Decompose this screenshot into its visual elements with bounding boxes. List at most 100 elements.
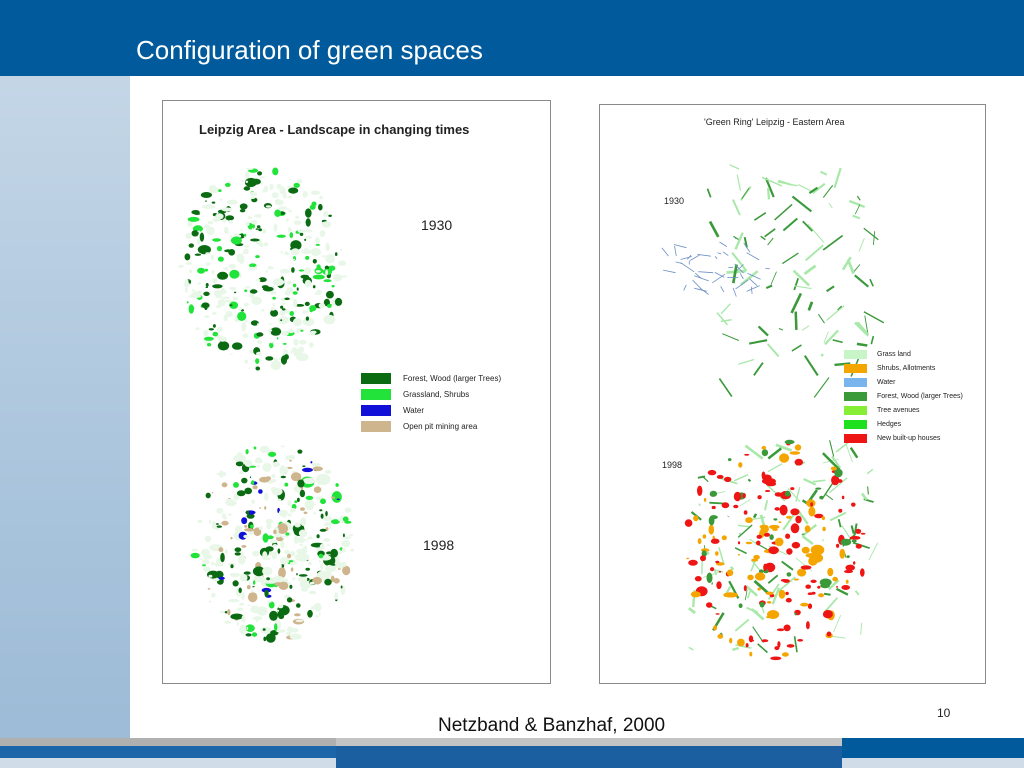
right-legend-water-label: Water <box>877 379 896 386</box>
right-map-1998-patch <box>715 560 720 564</box>
left-map-1998-patch <box>264 506 267 510</box>
left-map-1998-patch <box>285 631 292 636</box>
left-map-1998-patch <box>225 548 228 555</box>
right-map-1998-patch <box>851 502 856 507</box>
left-map-1930-patch <box>203 291 210 296</box>
right-map-1998-patch <box>841 495 845 500</box>
left-map-1930-patch <box>233 291 237 294</box>
right-map-1998-corridor <box>866 468 874 475</box>
left-legend-forest-label: Forest, Wood (larger Trees) <box>403 374 502 383</box>
left-map-1998-patch <box>258 526 263 531</box>
left-map-1930-patch <box>212 217 221 223</box>
left-map-1930-patch <box>310 190 321 196</box>
left-map-1998-patch <box>209 519 212 524</box>
right-map-1930-corridor <box>803 355 819 376</box>
left-map-1930-patch <box>289 178 291 181</box>
right-map-1998-patch <box>793 578 799 581</box>
left-map-1930-patch <box>200 192 213 198</box>
left-map-1930-patch <box>251 296 262 305</box>
right-map-1998-patch <box>715 613 720 615</box>
right-map-1930-corridor <box>753 362 764 376</box>
right-map-1998-patch <box>839 548 846 559</box>
left-map-1930-patch <box>197 230 201 232</box>
right-map-1998-corridor <box>860 622 863 635</box>
left-map-1930-patch <box>250 238 260 242</box>
right-map-1930-corridor <box>734 232 744 250</box>
left-map-1998-patch <box>260 626 272 634</box>
right-map-1998-corridor <box>793 636 798 653</box>
left-map-1930-patch <box>226 181 231 184</box>
left-map-1998-patch <box>334 592 339 600</box>
left-map-1998-patch <box>230 573 238 576</box>
left-map-1930-patch <box>276 337 279 340</box>
left-map-1998-patch <box>252 586 255 588</box>
right-map-1998-patch <box>697 538 702 545</box>
left-map-1930-patch <box>277 316 289 325</box>
right-map-1998-patch <box>769 534 774 540</box>
left-map-1998-patch <box>257 464 260 468</box>
right-map-1998-patch <box>747 574 754 581</box>
left-map-1930-patch <box>217 271 229 280</box>
right-map-1930-corridor <box>770 271 777 285</box>
left-map-1930-patch <box>304 301 310 306</box>
right-map-1998-patch <box>838 508 843 513</box>
left-map-1930-patch <box>271 192 279 199</box>
left-map-1998-patch <box>243 534 249 539</box>
right-map-1998-patch <box>709 490 718 497</box>
right-map-1998-patch <box>845 564 855 571</box>
left-map-1930-patch <box>323 210 329 218</box>
right-map-1998-patch <box>743 585 747 592</box>
left-map-1998-patch <box>279 465 287 476</box>
left-map-1998-patch <box>222 516 228 520</box>
left-map-1930-patch <box>244 245 250 248</box>
left-map-1998-patch <box>300 586 308 592</box>
right-map-1998-corridor <box>860 492 868 501</box>
left-map-1998-patch <box>292 577 296 580</box>
right-map-1930-corridor <box>794 285 812 290</box>
left-map-1930-patch <box>323 314 336 325</box>
left-map-1930-patch <box>217 336 228 342</box>
left-map-1930-patch <box>304 267 312 274</box>
right-map-1998-patch <box>797 568 807 577</box>
right-map-1998-corridor <box>738 532 742 535</box>
left-map-1930-patch <box>210 254 215 261</box>
right-map-1930-corridor <box>824 329 839 346</box>
left-map-1998-patch <box>252 616 263 621</box>
left-map-1930-patch <box>270 327 282 336</box>
right-map-1998-patch <box>737 638 745 647</box>
right-map-1998-patch <box>761 639 769 643</box>
right-map-1998-patch <box>721 502 730 509</box>
left-map-1930-patch <box>208 184 217 194</box>
left-map-1998-patch <box>297 537 306 544</box>
left-map-1998-patch <box>237 622 240 627</box>
right-map-1998-patch <box>713 625 718 631</box>
left-map-1930-patch <box>270 306 276 311</box>
left-map-1930-patch <box>281 308 286 311</box>
right-map-1998-patch <box>855 543 862 549</box>
left-map-1930-patch <box>208 328 214 331</box>
left-map-1930-patch <box>333 274 343 282</box>
left-map-1998-patch <box>280 540 285 549</box>
right-map-1998-corridor <box>767 463 783 473</box>
right-map-1930-corridor <box>826 305 845 321</box>
left-map-1930-patch <box>230 235 232 238</box>
right-map-1998-corridor <box>829 440 835 457</box>
left-map-1998-patch <box>236 607 244 611</box>
left-map-1998-patch <box>218 470 224 478</box>
left-map-1998-patch <box>228 498 231 499</box>
left-map-1998-patch <box>244 525 248 528</box>
left-map-1998-patch <box>262 462 272 472</box>
left-map-1930-patch <box>265 356 274 361</box>
left-map-1998-patch <box>270 486 277 493</box>
left-map-1930-patch <box>245 221 250 226</box>
right-map-1930-corridor <box>718 378 733 397</box>
left-map-1930-patch <box>257 171 263 176</box>
left-map-1998-patch <box>302 465 306 468</box>
left-map-1930-patch <box>203 329 209 337</box>
left-map-1998-patch <box>297 497 300 502</box>
left-map-1930-patch <box>284 290 291 296</box>
left-map-1930-patch <box>298 346 305 353</box>
right-map-1998-patch <box>774 507 780 511</box>
right-map-1998-patch <box>763 532 770 537</box>
left-map-1930-patch <box>224 227 229 234</box>
